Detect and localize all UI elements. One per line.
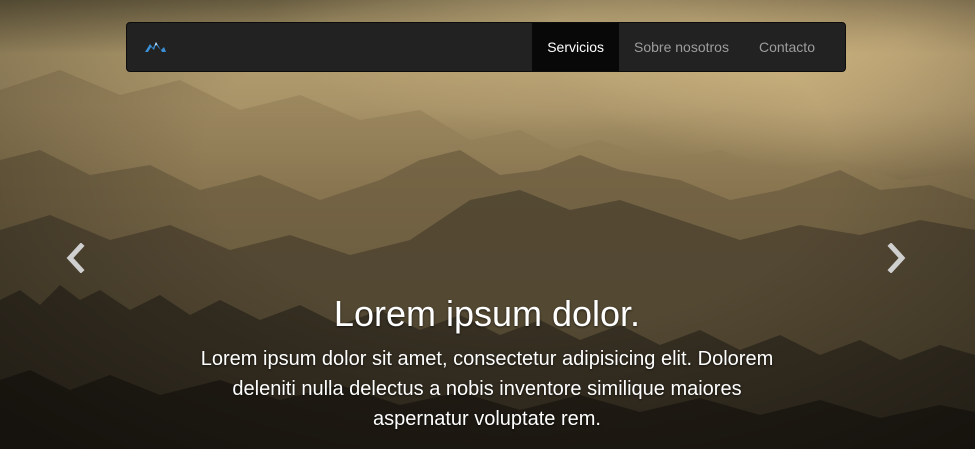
carousel-next-button[interactable] (877, 238, 917, 278)
nav-item-contacto[interactable]: Contacto (744, 23, 830, 71)
chevron-right-icon (887, 243, 906, 273)
nav-menu: Servicios Sobre nosotros Contacto (532, 23, 845, 71)
hero-carousel: Servicios Sobre nosotros Contacto Lorem … (0, 0, 975, 449)
chevron-left-icon (66, 243, 85, 273)
carousel-prev-button[interactable] (55, 238, 95, 278)
caption-text: Lorem ipsum dolor sit amet, consectetur … (200, 348, 774, 430)
caption-title: Lorem ipsum dolor. (333, 293, 641, 334)
carousel-caption: Lorem ipsum dolor. Lorem ipsum dolor sit… (187, 290, 787, 434)
mountain-logo-icon[interactable] (144, 38, 166, 56)
nav-item-servicios[interactable]: Servicios (532, 23, 619, 71)
navbar: Servicios Sobre nosotros Contacto (126, 22, 846, 72)
nav-item-sobre-nosotros[interactable]: Sobre nosotros (619, 23, 744, 71)
